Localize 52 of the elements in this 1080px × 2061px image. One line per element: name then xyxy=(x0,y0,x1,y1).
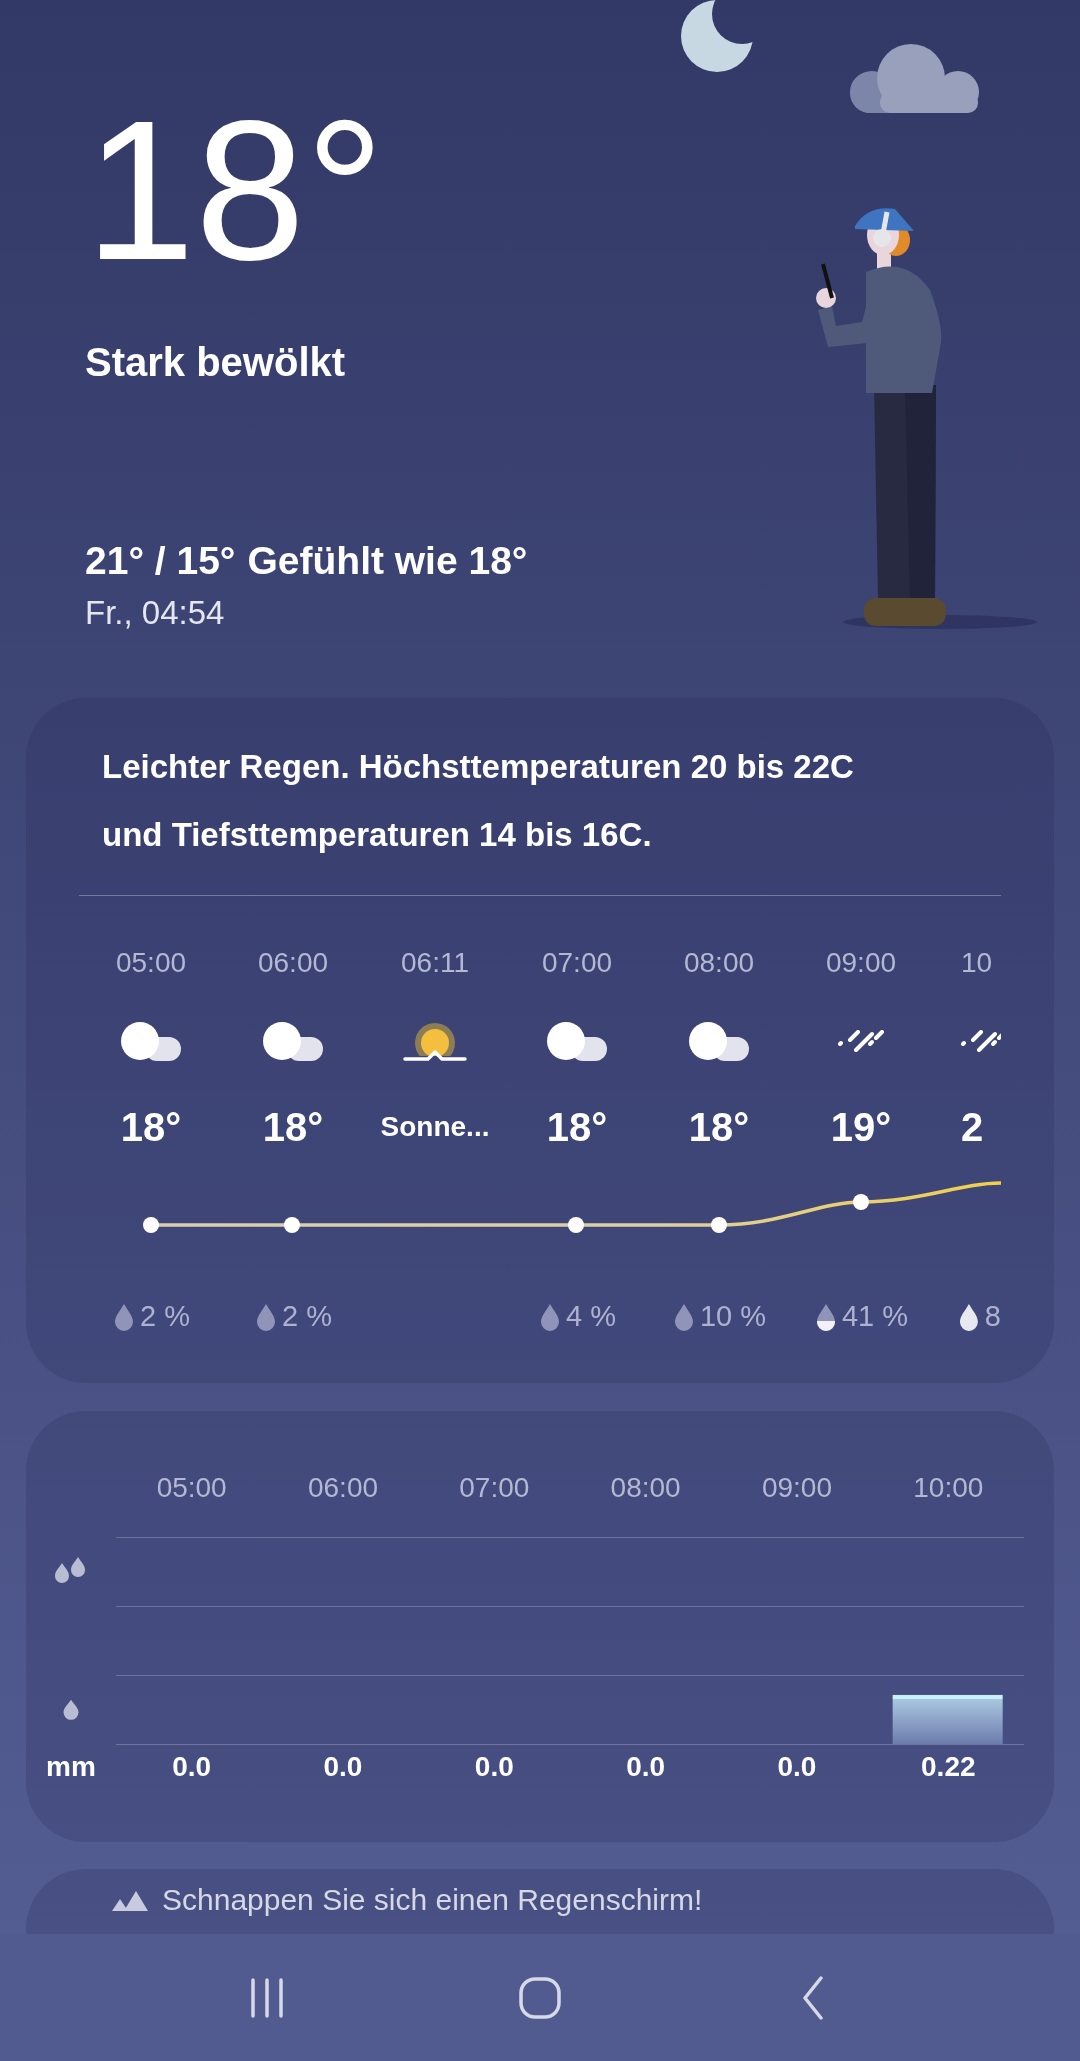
axis-label: 07:00 xyxy=(459,1471,530,1505)
axis-label: 06:00 xyxy=(307,1471,379,1505)
value-label: 0.0 xyxy=(474,1750,514,1784)
cloud-icon xyxy=(119,1019,183,1063)
raindrop-icon xyxy=(254,1302,278,1332)
cloud-icon xyxy=(261,1019,325,1063)
feels-like-temperature: Gefühlt wie 18° xyxy=(247,538,528,584)
precipitation-chance: 4 % xyxy=(566,1299,616,1335)
precipitation-chance: 2 % xyxy=(140,1299,190,1335)
high-low-temperature: 21° / 15° xyxy=(85,538,236,584)
hour-temperature: 18° xyxy=(120,1104,182,1151)
temperature: 18° xyxy=(85,92,385,290)
rain-icon xyxy=(838,1030,884,1052)
precipitation-chance: 10 % xyxy=(699,1299,767,1335)
cloud-icon xyxy=(687,1019,751,1063)
value-label: 0.22 xyxy=(921,1750,976,1784)
axis-label: 05:00 xyxy=(156,1471,227,1505)
hour-time: 06:00 xyxy=(257,946,329,980)
precipitation-chance: 2 % xyxy=(282,1299,332,1335)
date-time: Fr., 04:54 xyxy=(85,593,225,633)
rain-icon xyxy=(961,1030,1001,1052)
hour-temperature: 18° xyxy=(688,1104,750,1151)
raindrop-icon xyxy=(957,1302,981,1332)
hour-temperature: Sonne... xyxy=(380,1110,490,1144)
hour-temperature: 19° xyxy=(830,1104,892,1151)
axis-label: 10:00 xyxy=(913,1471,984,1505)
home-button[interactable] xyxy=(518,1975,562,2020)
hour-temperature: 18° xyxy=(262,1104,324,1151)
cloud-icon xyxy=(545,1019,609,1063)
hour-time: 06:11 xyxy=(401,946,469,980)
hour-time: 09:00 xyxy=(825,946,897,980)
precipitation-chance: 8 xyxy=(984,1299,1001,1335)
value-label: 0.0 xyxy=(323,1750,363,1784)
precipitation-chance: 41 % xyxy=(841,1299,909,1335)
hour-time: 05:00 xyxy=(115,946,187,980)
hour-temperature: 18° xyxy=(546,1104,608,1151)
raindrop-icon xyxy=(538,1302,562,1332)
raindrop-icon xyxy=(112,1302,136,1332)
value-label: 0.0 xyxy=(172,1750,212,1784)
forecast-summary: Leichter Regen. Höchsttemperaturen 20 bis 22C und Tiefsttemperaturen 14 bis 16C. xyxy=(102,747,855,855)
advice-text: Schnappen Sie sich einen Regenschirm! xyxy=(162,1883,703,1917)
axis-label: 09:00 xyxy=(761,1471,832,1505)
value-label: 0.0 xyxy=(626,1750,666,1784)
weather-condition: Stark bewölkt xyxy=(85,339,346,386)
moon-drawing xyxy=(681,0,753,72)
unit-label: mm xyxy=(46,1750,96,1784)
hour-time: 08:00 xyxy=(683,946,755,980)
value-label: 0.0 xyxy=(777,1750,817,1784)
hour-time: 07:00 xyxy=(541,946,613,980)
hour-time: 10 xyxy=(961,946,993,980)
axis-label: 08:00 xyxy=(610,1471,681,1505)
hour-temperature: 2 xyxy=(961,1104,984,1151)
